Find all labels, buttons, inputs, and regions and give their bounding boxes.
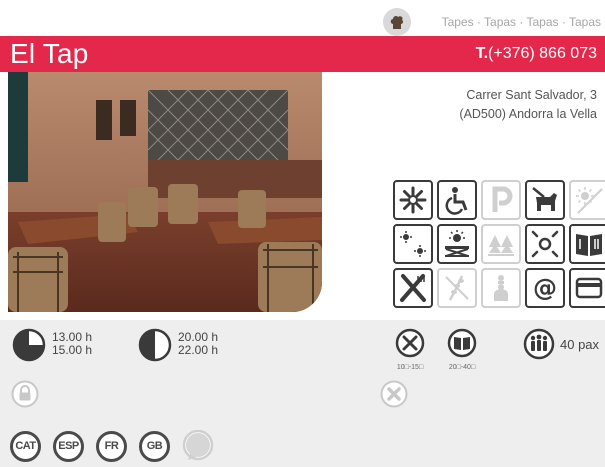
pets-allowed-icon [525, 180, 565, 220]
restaurant-photo [8, 72, 322, 312]
address-line2: (AD500) Andorra la Vella [459, 107, 597, 121]
speech-bubble-icon[interactable] [182, 430, 214, 462]
address: Carrer Sant Salvador, 3 (AD500) Andorra … [459, 86, 597, 124]
group-people-icon [523, 328, 555, 360]
menu-price-label: 10□-15□ [396, 364, 424, 371]
carte-price: 20□-40□ [443, 328, 481, 371]
menu-card-icon [569, 224, 605, 264]
lock-icon [11, 380, 39, 408]
clock-quarter-icon [12, 328, 46, 362]
phone[interactable]: T.(+376) 866 073 [476, 45, 597, 63]
sun-terrace-icon [437, 224, 477, 264]
dinner-hours: 20.00 h 22.00 h [138, 328, 218, 362]
svg-text:@: @ [533, 274, 557, 302]
category-bar: Tapes · Tapas · Tapas · Tapas [383, 8, 605, 36]
terrace-sun-icon [569, 180, 605, 220]
lang-cat-button[interactable]: CAT [10, 430, 41, 462]
chef-icon [481, 268, 521, 308]
carte-price-label: 20□-40□ [448, 364, 476, 371]
close-button[interactable] [380, 380, 408, 413]
carte-price-icon [447, 328, 477, 358]
category-text: Tapes · Tapas · Tapas · Tapas [441, 15, 601, 29]
amenity-grid: @ [393, 180, 605, 308]
close-icon [380, 380, 408, 408]
heating-icon [393, 224, 433, 264]
credit-card-icon [569, 268, 605, 308]
cutlery-icon [393, 268, 433, 308]
kids-area-icon [525, 224, 565, 264]
lang-fr-button[interactable]: FR [96, 430, 127, 462]
language-row: CAT ESP FR GB [10, 430, 214, 462]
air-conditioning-icon [393, 180, 433, 220]
phone-prefix: T. [475, 45, 489, 62]
phone-number: (+376) 866 073 [488, 45, 597, 62]
info-panel: 13.00 h 15.00 h 20.00 h 22.00 h 10□-15□ … [0, 320, 605, 467]
email-icon: @ [525, 268, 565, 308]
address-line1: Carrer Sant Salvador, 3 [466, 88, 597, 102]
clock-half-icon [138, 328, 172, 362]
menu-price: 10□-15□ [391, 328, 429, 371]
dinner-close: 22.00 h [178, 343, 219, 357]
gluten-free-icon [437, 268, 477, 308]
lock-button[interactable] [11, 380, 39, 413]
capacity: 40 pax [523, 328, 599, 360]
chef-hat-icon [383, 8, 411, 36]
capacity-label: 40 pax [560, 336, 600, 352]
header-bar: El Tap T.(+376) 866 073 [0, 36, 605, 72]
menu-price-icon [395, 328, 425, 358]
mountain-views-icon [481, 224, 521, 264]
lang-gb-button[interactable]: GB [139, 430, 170, 462]
wheelchair-access-icon [437, 180, 477, 220]
lang-esp-button[interactable]: ESP [53, 430, 84, 462]
restaurant-name: El Tap [10, 38, 89, 69]
lunch-hours: 13.00 h 15.00 h [12, 328, 92, 362]
lunch-close: 15.00 h [52, 343, 93, 357]
parking-icon [481, 180, 521, 220]
